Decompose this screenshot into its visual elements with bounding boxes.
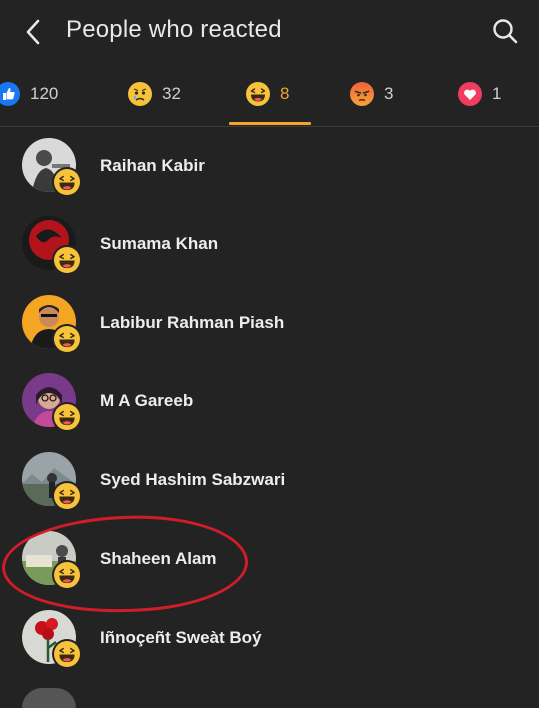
tab-angry-count: 3 [384, 84, 394, 103]
haha-badge [52, 324, 82, 354]
list-item[interactable]: Shaheen Alam [0, 520, 539, 598]
haha-reaction-icon [54, 641, 80, 667]
tab-love[interactable]: 1 [458, 62, 501, 126]
person-name[interactable]: Iñnoçeñt Sweàt Boý [100, 628, 262, 648]
list-item[interactable]: Labibur Rahman Piash [0, 284, 539, 362]
avatar[interactable] [22, 688, 76, 708]
haha-badge [52, 639, 82, 669]
haha-reaction-icon [54, 169, 80, 195]
list-item[interactable]: Sumama Khan [0, 205, 539, 283]
haha-badge [52, 167, 82, 197]
angry-reaction-icon [350, 82, 374, 106]
haha-reaction-icon [54, 483, 80, 509]
search-icon [493, 19, 518, 44]
haha-badge [52, 560, 82, 590]
list-item[interactable]: Raihan Kabir [0, 127, 539, 205]
tab-angry[interactable]: 3 [350, 62, 393, 126]
person-name[interactable]: Sumama Khan [100, 234, 218, 254]
back-button[interactable] [18, 14, 48, 50]
love-reaction-icon [458, 82, 482, 106]
haha-reaction-icon [54, 326, 80, 352]
sad-reaction-icon [128, 82, 152, 106]
active-tab-indicator [229, 122, 311, 125]
tab-sad[interactable]: 32 [128, 62, 181, 126]
list-item-partial[interactable] [0, 678, 539, 708]
tab-haha[interactable]: 8 [246, 62, 289, 126]
search-button[interactable] [488, 14, 522, 48]
haha-reaction-icon [54, 562, 80, 588]
person-name[interactable]: M A Gareeb [100, 391, 193, 411]
person-name[interactable]: Shaheen Alam [100, 549, 217, 569]
person-name[interactable]: Raihan Kabir [100, 156, 205, 176]
list-item[interactable]: Iñnoçeñt Sweàt Boý [0, 599, 539, 677]
haha-badge [52, 402, 82, 432]
haha-reaction-icon [54, 247, 80, 273]
app-header: People who reacted [0, 0, 539, 62]
like-reaction-icon [0, 82, 20, 106]
page-title: People who reacted [66, 16, 282, 43]
chevron-left-icon [26, 19, 40, 45]
haha-badge [52, 245, 82, 275]
person-name[interactable]: Syed Hashim Sabzwari [100, 470, 285, 490]
person-name[interactable]: Labibur Rahman Piash [100, 313, 284, 333]
reaction-tabs: 120 32 8 3 1 [0, 62, 539, 127]
list-item[interactable]: M A Gareeb [0, 362, 539, 440]
haha-reaction-icon [54, 404, 80, 430]
tab-like-count: 120 [30, 84, 59, 103]
tab-love-count: 1 [492, 84, 502, 103]
tab-like[interactable]: 120 [0, 62, 58, 126]
tab-haha-count: 8 [280, 84, 290, 103]
haha-badge [52, 481, 82, 511]
haha-reaction-icon [246, 82, 270, 106]
tab-sad-count: 32 [162, 84, 181, 103]
list-item[interactable]: Syed Hashim Sabzwari [0, 441, 539, 519]
